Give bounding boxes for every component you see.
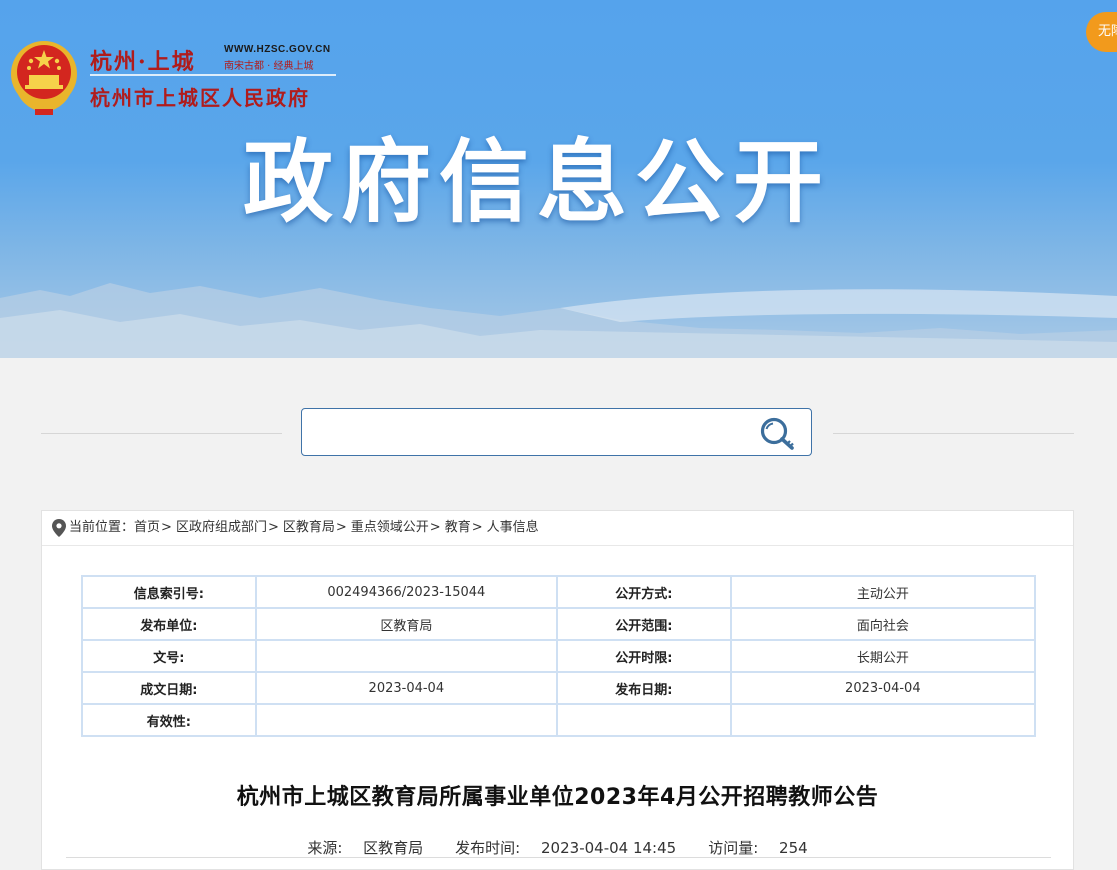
breadcrumb-education-bureau[interactable]: 区教育局 — [283, 520, 335, 535]
breadcrumb: 当前位置：首页> 区政府组成部门> 区教育局> 重点领域公开> 教育> 人事信息 — [42, 511, 1073, 546]
search-icon[interactable] — [757, 415, 799, 451]
meta-value — [254, 703, 559, 737]
breadcrumb-separator: > — [267, 520, 279, 535]
table-row: 发布单位: 区教育局 公开范围: 面向社会 — [81, 607, 1037, 641]
time-label: 发布时间: — [455, 839, 521, 857]
meta-label: 有效性: — [81, 703, 257, 737]
meta-label: 发布单位: — [81, 607, 257, 641]
article-meta: 来源: 区教育局 发布时间: 2023-04-04 14:45 访问量: 254 — [42, 837, 1073, 858]
main-container: 当前位置：首页> 区政府组成部门> 区教育局> 重点领域公开> 教育> 人事信息 信息索引… — [5, 358, 1110, 870]
meta-label: 发布日期: — [556, 671, 732, 705]
meta-label: 公开范围: — [556, 607, 732, 641]
search-input[interactable] — [312, 417, 746, 449]
logo-government-name: 杭州市上城区人民政府 — [90, 86, 310, 110]
article-title: 杭州市上城区教育局所属事业单位2023年4月公开招聘教师公告 — [236, 785, 879, 810]
search-divider-left — [41, 433, 282, 434]
accessibility-button[interactable]: 无障碍 — [1086, 12, 1117, 52]
location-pin-icon — [52, 519, 66, 537]
logo-divider — [90, 74, 336, 76]
meta-value: 主动公开 — [729, 575, 1037, 609]
breadcrumb-separator: > — [429, 520, 441, 535]
meta-value — [729, 703, 1037, 737]
breadcrumb-education[interactable]: 教育 — [445, 520, 471, 535]
views-label: 访问量: — [708, 839, 759, 857]
article-views: 访问量: 254 — [700, 839, 815, 857]
meta-value: 区教育局 — [254, 607, 559, 641]
site-logo[interactable]: 杭州·上城 WWW.HZSC.GOV.CN 南宋古都 · 经典上城 杭州市上城区… — [90, 42, 340, 112]
article-publish-time: 发布时间: 2023-04-04 14:45 — [447, 839, 684, 857]
breadcrumb-trail: 当前位置：首页> 区政府组成部门> 区教育局> 重点领域公开> 教育> 人事信息 — [69, 511, 539, 545]
table-row: 有效性: — [81, 703, 1037, 737]
article-source: 来源: 区教育局 — [299, 839, 431, 857]
time-value: 2023-04-04 14:45 — [541, 839, 677, 857]
table-row: 信息索引号: 002494366/2023-15044 公开方式: 主动公开 — [81, 575, 1037, 609]
breadcrumb-key-areas[interactable]: 重点领域公开 — [351, 520, 429, 535]
source-value: 区教育局 — [363, 839, 424, 857]
breadcrumb-separator: > — [161, 520, 172, 535]
banner-title: 政府信息公开 — [243, 130, 831, 235]
source-label: 来源: — [307, 839, 343, 857]
breadcrumb-separator: > — [471, 520, 483, 535]
breadcrumb-personnel-info[interactable]: 人事信息 — [487, 520, 539, 535]
header-banner: 杭州·上城 WWW.HZSC.GOV.CN 南宋古都 · 经典上城 杭州市上城区… — [0, 0, 1117, 358]
national-emblem-icon — [11, 41, 77, 115]
info-metadata-table: 信息索引号: 002494366/2023-15044 公开方式: 主动公开 发… — [81, 575, 1037, 737]
meta-value: 2023-04-04 — [254, 671, 559, 705]
meta-label: 文号: — [81, 639, 257, 673]
search-divider-right — [833, 433, 1074, 434]
meta-label: 公开方式: — [556, 575, 732, 609]
breadcrumb-home[interactable]: 首页 — [134, 520, 160, 535]
logo-slogan: 南宋古都 · 经典上城 — [224, 61, 314, 72]
meta-label — [556, 703, 732, 737]
meta-value — [254, 639, 559, 673]
logo-city-name: 杭州·上城 — [90, 49, 196, 75]
article-divider — [66, 857, 1051, 858]
meta-value: 长期公开 — [729, 639, 1037, 673]
search-box — [301, 408, 812, 456]
breadcrumb-separator: > — [335, 520, 347, 535]
table-row: 成文日期: 2023-04-04 发布日期: 2023-04-04 — [81, 671, 1037, 705]
city-skyline-background — [0, 283, 1117, 358]
table-row: 文号: 公开时限: 长期公开 — [81, 639, 1037, 673]
breadcrumb-prefix: 当前位置： — [69, 520, 135, 535]
meta-value: 2023-04-04 — [729, 671, 1037, 705]
meta-value: 面向社会 — [729, 607, 1037, 641]
meta-label: 公开时限: — [556, 639, 732, 673]
breadcrumb-departments[interactable]: 区政府组成部门 — [176, 520, 267, 535]
content-panel: 当前位置：首页> 区政府组成部门> 区教育局> 重点领域公开> 教育> 人事信息 信息索引… — [41, 510, 1074, 870]
meta-label: 信息索引号: — [81, 575, 257, 609]
meta-label: 成文日期: — [81, 671, 257, 705]
logo-url: WWW.HZSC.GOV.CN — [224, 44, 331, 55]
meta-value: 002494366/2023-15044 — [254, 575, 559, 609]
views-value: 254 — [779, 839, 808, 857]
